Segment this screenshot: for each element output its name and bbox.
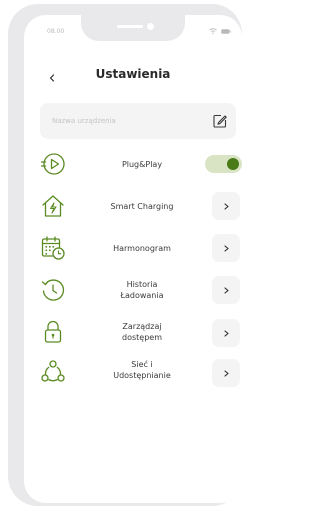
chevron-right-icon	[223, 244, 229, 252]
chevron-right-icon	[223, 369, 229, 377]
device-name-field	[40, 103, 236, 139]
charging-history-chevron-button[interactable]	[212, 276, 240, 304]
chevron-right-icon	[223, 202, 229, 210]
manage-access-chevron-button[interactable]	[212, 319, 240, 347]
setting-label: Smart Charging	[110, 202, 174, 211]
toggle-knob	[227, 158, 239, 170]
share-icon	[40, 358, 66, 384]
harmonogram-chevron-button[interactable]	[212, 234, 240, 262]
chevron-right-icon	[223, 329, 229, 337]
calendar-clock-icon	[40, 235, 66, 261]
device-name-input[interactable]	[52, 112, 202, 130]
history-icon	[40, 277, 66, 303]
network-sharing-chevron-button[interactable]	[212, 359, 240, 387]
setting-label: Sieć i Udostępnianie	[113, 360, 171, 380]
phone-frame: 08.00 Ustawienia Nazwa urządzenia Plug&P…	[8, 4, 242, 506]
setting-label: Zarządzaj dostępem	[122, 322, 162, 342]
chevron-right-icon	[223, 286, 229, 294]
page-title: Ustawienia	[95, 67, 171, 81]
setting-label: Harmonogram	[113, 244, 171, 253]
camera-icon	[147, 23, 154, 30]
edit-icon[interactable]	[212, 113, 228, 129]
app-screen: 08.00 Ustawienia Nazwa urządzenia Plug&P…	[24, 15, 242, 503]
phone-notch	[81, 15, 185, 41]
status-time: 08.00	[47, 28, 65, 35]
wifi-icon	[209, 28, 217, 34]
smart-home-icon	[40, 193, 66, 219]
lock-icon	[40, 319, 66, 345]
status-icons	[209, 28, 231, 34]
battery-icon	[221, 28, 231, 34]
setting-label: Plug&Play	[121, 160, 163, 169]
plug-icon	[40, 151, 66, 177]
speaker-icon	[117, 25, 143, 28]
plug-and-play-toggle[interactable]	[205, 155, 242, 173]
setting-label: Historia Ładowania	[120, 280, 164, 300]
smart-charging-chevron-button[interactable]	[212, 192, 240, 220]
